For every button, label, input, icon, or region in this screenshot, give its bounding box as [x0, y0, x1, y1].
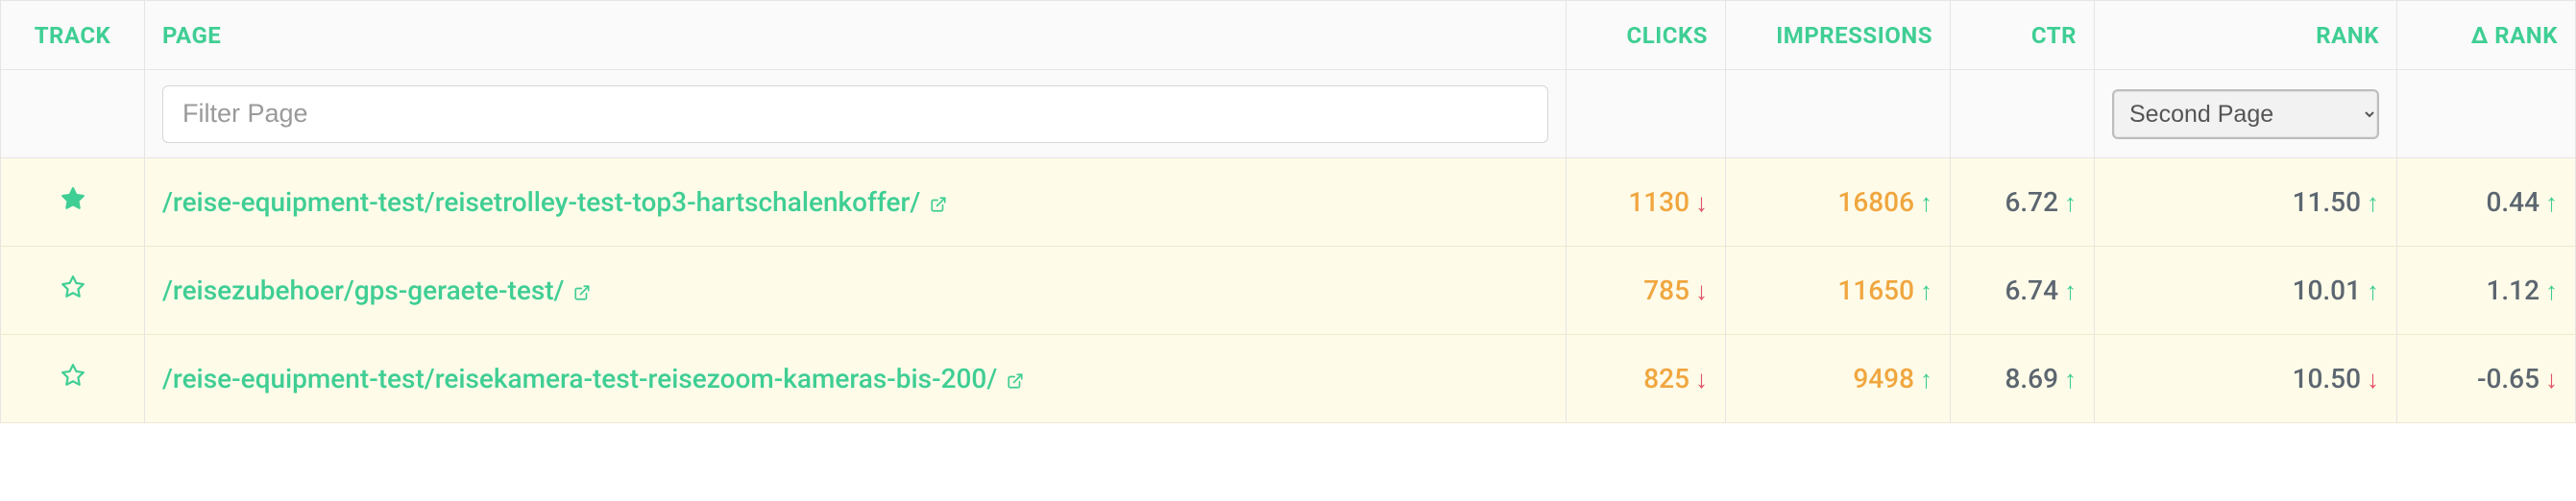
delta-rank-cell: -0.65↓ [2397, 335, 2576, 423]
arrow-down-icon: ↓ [1695, 277, 1708, 306]
impressions-cell: 11650↑ [1726, 247, 1951, 335]
filter-page-input[interactable] [162, 85, 1548, 143]
clicks-cell: 825↓ [1567, 335, 1726, 423]
col-header-impressions[interactable]: IMPRESSIONS [1726, 1, 1951, 70]
filter-row: Second Page [1, 70, 2576, 158]
col-header-track[interactable]: TRACK [1, 1, 145, 70]
track-cell[interactable] [1, 158, 145, 247]
rank-filter-select[interactable]: Second Page [2112, 89, 2379, 139]
table-row: /reisezubehoer/gps-geraete-test/785↓1165… [1, 247, 2576, 335]
arrow-up-icon: ↑ [2064, 366, 2077, 394]
arrow-down-icon: ↓ [2545, 366, 2558, 394]
star-filled-icon[interactable] [61, 186, 85, 211]
clicks-cell: 1130↓ [1567, 158, 1726, 247]
delta-rank-cell: 0.44↑ [2397, 158, 2576, 247]
rank-cell: 10.01↑ [2095, 247, 2397, 335]
col-header-ctr[interactable]: CTR [1951, 1, 2095, 70]
arrow-up-icon: ↑ [2545, 277, 2558, 306]
track-cell[interactable] [1, 335, 145, 423]
page-cell: /reisezubehoer/gps-geraete-test/ [145, 247, 1567, 335]
rank-cell: 11.50↑ [2095, 158, 2397, 247]
arrow-down-icon: ↓ [1695, 366, 1708, 394]
arrow-down-icon: ↓ [1695, 189, 1708, 218]
arrow-up-icon: ↑ [1920, 189, 1932, 218]
arrow-up-icon: ↑ [1920, 277, 1932, 306]
arrow-up-icon: ↑ [1920, 366, 1932, 394]
arrow-up-icon: ↑ [2367, 277, 2379, 306]
arrow-down-icon: ↓ [2367, 366, 2379, 394]
page-link[interactable]: /reise-equipment-test/reisekamera-test-r… [162, 363, 997, 394]
page-cell: /reise-equipment-test/reisetrolley-test-… [145, 158, 1567, 247]
table-row: /reise-equipment-test/reisekamera-test-r… [1, 335, 2576, 423]
col-header-delta-rank[interactable]: Δ RANK [2397, 1, 2576, 70]
star-outline-icon[interactable] [61, 363, 85, 388]
external-link-icon[interactable] [1007, 372, 1024, 390]
arrow-up-icon: ↑ [2064, 277, 2077, 306]
external-link-icon[interactable] [573, 284, 591, 301]
star-outline-icon[interactable] [61, 274, 85, 299]
col-header-page[interactable]: PAGE [145, 1, 1567, 70]
page-link[interactable]: /reisezubehoer/gps-geraete-test/ [162, 274, 564, 306]
ranking-table: TRACK PAGE CLICKS IMPRESSIONS CTR RANK Δ… [0, 0, 2576, 423]
col-header-clicks[interactable]: CLICKS [1567, 1, 1726, 70]
page-cell: /reise-equipment-test/reisekamera-test-r… [145, 335, 1567, 423]
ctr-cell: 6.74↑ [1951, 247, 2095, 335]
page-link[interactable]: /reise-equipment-test/reisetrolley-test-… [162, 186, 920, 218]
arrow-up-icon: ↑ [2367, 189, 2379, 218]
arrow-up-icon: ↑ [2545, 189, 2558, 218]
table-row: /reise-equipment-test/reisetrolley-test-… [1, 158, 2576, 247]
impressions-cell: 16806↑ [1726, 158, 1951, 247]
rank-cell: 10.50↓ [2095, 335, 2397, 423]
arrow-up-icon: ↑ [2064, 189, 2077, 218]
clicks-cell: 785↓ [1567, 247, 1726, 335]
external-link-icon[interactable] [930, 196, 947, 213]
ctr-cell: 8.69↑ [1951, 335, 2095, 423]
delta-rank-cell: 1.12↑ [2397, 247, 2576, 335]
ctr-cell: 6.72↑ [1951, 158, 2095, 247]
impressions-cell: 9498↑ [1726, 335, 1951, 423]
track-cell[interactable] [1, 247, 145, 335]
col-header-rank[interactable]: RANK [2095, 1, 2397, 70]
header-row: TRACK PAGE CLICKS IMPRESSIONS CTR RANK Δ… [1, 1, 2576, 70]
